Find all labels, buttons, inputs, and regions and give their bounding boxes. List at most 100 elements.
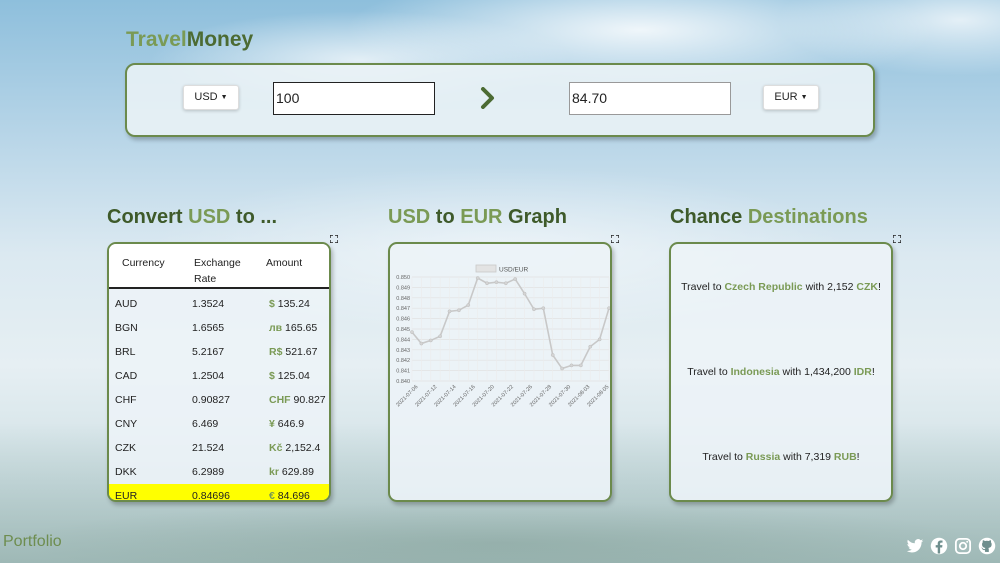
destinations-panel: Travel to Czech Republic with 2,152 CZK!… — [669, 242, 893, 502]
y-tick-label: 0.842 — [396, 358, 410, 364]
legend-swatch — [475, 264, 497, 273]
caret-down-icon: ▼ — [800, 94, 808, 101]
row-currency: CZK — [115, 442, 136, 454]
row-rate: 6.2989 — [192, 466, 225, 478]
table-row: DKK 6.2989 kr 629.89 — [109, 460, 329, 484]
row-rate: 5.2167 — [192, 346, 225, 358]
row-currency: CHF — [115, 394, 137, 406]
y-tick-label: 0.848 — [396, 296, 410, 302]
converter-panel: USD ▼ 100 84.70 EUR ▼ — [125, 63, 875, 137]
data-point — [410, 330, 414, 334]
data-point — [419, 341, 424, 346]
brand-logo[interactable]: TravelMoney — [126, 28, 253, 52]
graph-section-title: USD to EUR Graph — [388, 206, 567, 228]
to-currency-label: EUR — [774, 91, 798, 103]
data-point — [541, 306, 546, 311]
header-currency: Currency — [122, 257, 165, 269]
y-tick-label: 0.850 — [396, 275, 410, 281]
row-currency: BGN — [115, 322, 138, 334]
row-currency: AUD — [115, 298, 138, 310]
brand-part1: Travel — [126, 28, 187, 51]
row-currency: CAD — [115, 370, 138, 382]
row-rate: 21.524 — [192, 442, 225, 454]
from-amount-input[interactable]: 100 — [273, 82, 435, 115]
facebook-icon[interactable] — [930, 537, 948, 555]
data-point — [560, 366, 564, 371]
row-currency: EUR — [115, 490, 138, 502]
row-amount: CHF 90.827 — [269, 394, 326, 406]
row-amount: Kč 2,152.4 — [269, 442, 321, 454]
data-point — [475, 276, 480, 280]
portfolio-link[interactable]: Portfolio — [3, 533, 62, 551]
table-header: Currency Exchange Rate Amount — [109, 244, 329, 289]
row-amount: € 84.696 — [269, 490, 310, 502]
expand-icon[interactable] — [611, 235, 619, 243]
table-row: CHF 0.90827 CHF 90.827 — [109, 388, 329, 412]
table-row: BRL 5.2167 R$ 521.67 — [109, 340, 329, 364]
instagram-icon[interactable] — [954, 537, 972, 555]
row-rate: 1.2504 — [192, 370, 225, 382]
y-tick-label: 0.849 — [396, 285, 410, 291]
row-currency: CNY — [115, 418, 138, 430]
row-rate: 0.90827 — [192, 394, 230, 406]
table-row: CNY 6.469 ¥ 646.9 — [109, 412, 329, 436]
data-point — [588, 344, 593, 349]
destination-item: Travel to Indonesia with 1,434,200 IDR! — [687, 366, 875, 378]
brand-part2: Money — [186, 28, 254, 51]
graph-panel: USD/EUR 0.850 0.849 0.848 0.847 0.846 0.845 0.8… — [388, 242, 612, 502]
chevron-right-icon[interactable] — [480, 87, 496, 109]
row-amount: лв 165.65 — [269, 322, 318, 334]
data-point — [485, 281, 489, 286]
data-point — [607, 306, 610, 311]
data-point — [438, 334, 442, 339]
exchange-rate-chart: USD/EUR 0.850 0.849 0.848 0.847 0.846 0.845 0.8… — [395, 264, 610, 408]
to-currency-dropdown[interactable]: EUR ▼ — [763, 85, 819, 110]
data-point — [569, 363, 574, 368]
y-tick-label: 0.844 — [396, 337, 410, 343]
expand-icon[interactable] — [330, 235, 338, 243]
twitter-icon[interactable] — [906, 537, 924, 555]
data-point — [466, 303, 471, 307]
from-currency-label: USD — [194, 91, 218, 103]
table-row: CZK 21.524 Kč 2,152.4 — [109, 436, 329, 460]
row-rate: 6.469 — [192, 418, 219, 430]
convert-section-title: Convert USD to ... — [107, 206, 278, 228]
data-point — [550, 353, 555, 357]
row-amount: $ 135.24 — [269, 298, 310, 310]
y-tick-label: 0.840 — [396, 379, 410, 385]
data-point — [494, 280, 499, 285]
row-currency: BRL — [115, 346, 136, 358]
row-amount: R$ 521.67 — [269, 346, 318, 358]
y-tick-label: 0.847 — [396, 306, 410, 312]
destinations-section-title: Chance Destinations — [670, 206, 868, 228]
legend-label: USD/EUR — [499, 267, 529, 274]
row-rate: 1.6565 — [192, 322, 225, 334]
destination-item: Travel to Czech Republic with 2,152 CZK! — [681, 281, 881, 293]
data-point — [532, 307, 536, 312]
header-exchange-rate: Exchange Rate — [194, 257, 241, 285]
row-amount: kr 629.89 — [269, 466, 314, 478]
row-rate: 1.3524 — [192, 298, 225, 310]
table-row: AUD 1.3524 $ 135.24 — [109, 292, 329, 316]
y-tick-label: 0.846 — [396, 317, 410, 323]
github-icon[interactable] — [978, 537, 996, 555]
social-links — [906, 537, 996, 555]
to-amount-output[interactable]: 84.70 — [569, 82, 731, 115]
y-tick-label: 0.843 — [396, 348, 410, 354]
expand-icon[interactable] — [893, 235, 901, 243]
data-point — [503, 281, 508, 286]
data-point — [457, 308, 461, 313]
data-point — [597, 337, 602, 342]
table-row: CAD 1.2504 $ 125.04 — [109, 364, 329, 388]
row-rate: 0.84696 — [192, 490, 230, 502]
caret-down-icon: ▼ — [220, 94, 228, 101]
row-currency: DKK — [115, 466, 137, 478]
header-amount: Amount — [266, 257, 303, 269]
destination-item: Travel to Russia with 7,319 RUB! — [702, 451, 860, 463]
data-point — [513, 277, 518, 281]
row-amount: ¥ 646.9 — [269, 418, 305, 430]
from-currency-dropdown[interactable]: USD ▼ — [183, 85, 239, 110]
data-point — [522, 291, 527, 296]
data-point — [579, 363, 583, 368]
convert-table-panel: Currency Exchange Rate Amount AUD 1.3524 $ … — [107, 242, 331, 502]
